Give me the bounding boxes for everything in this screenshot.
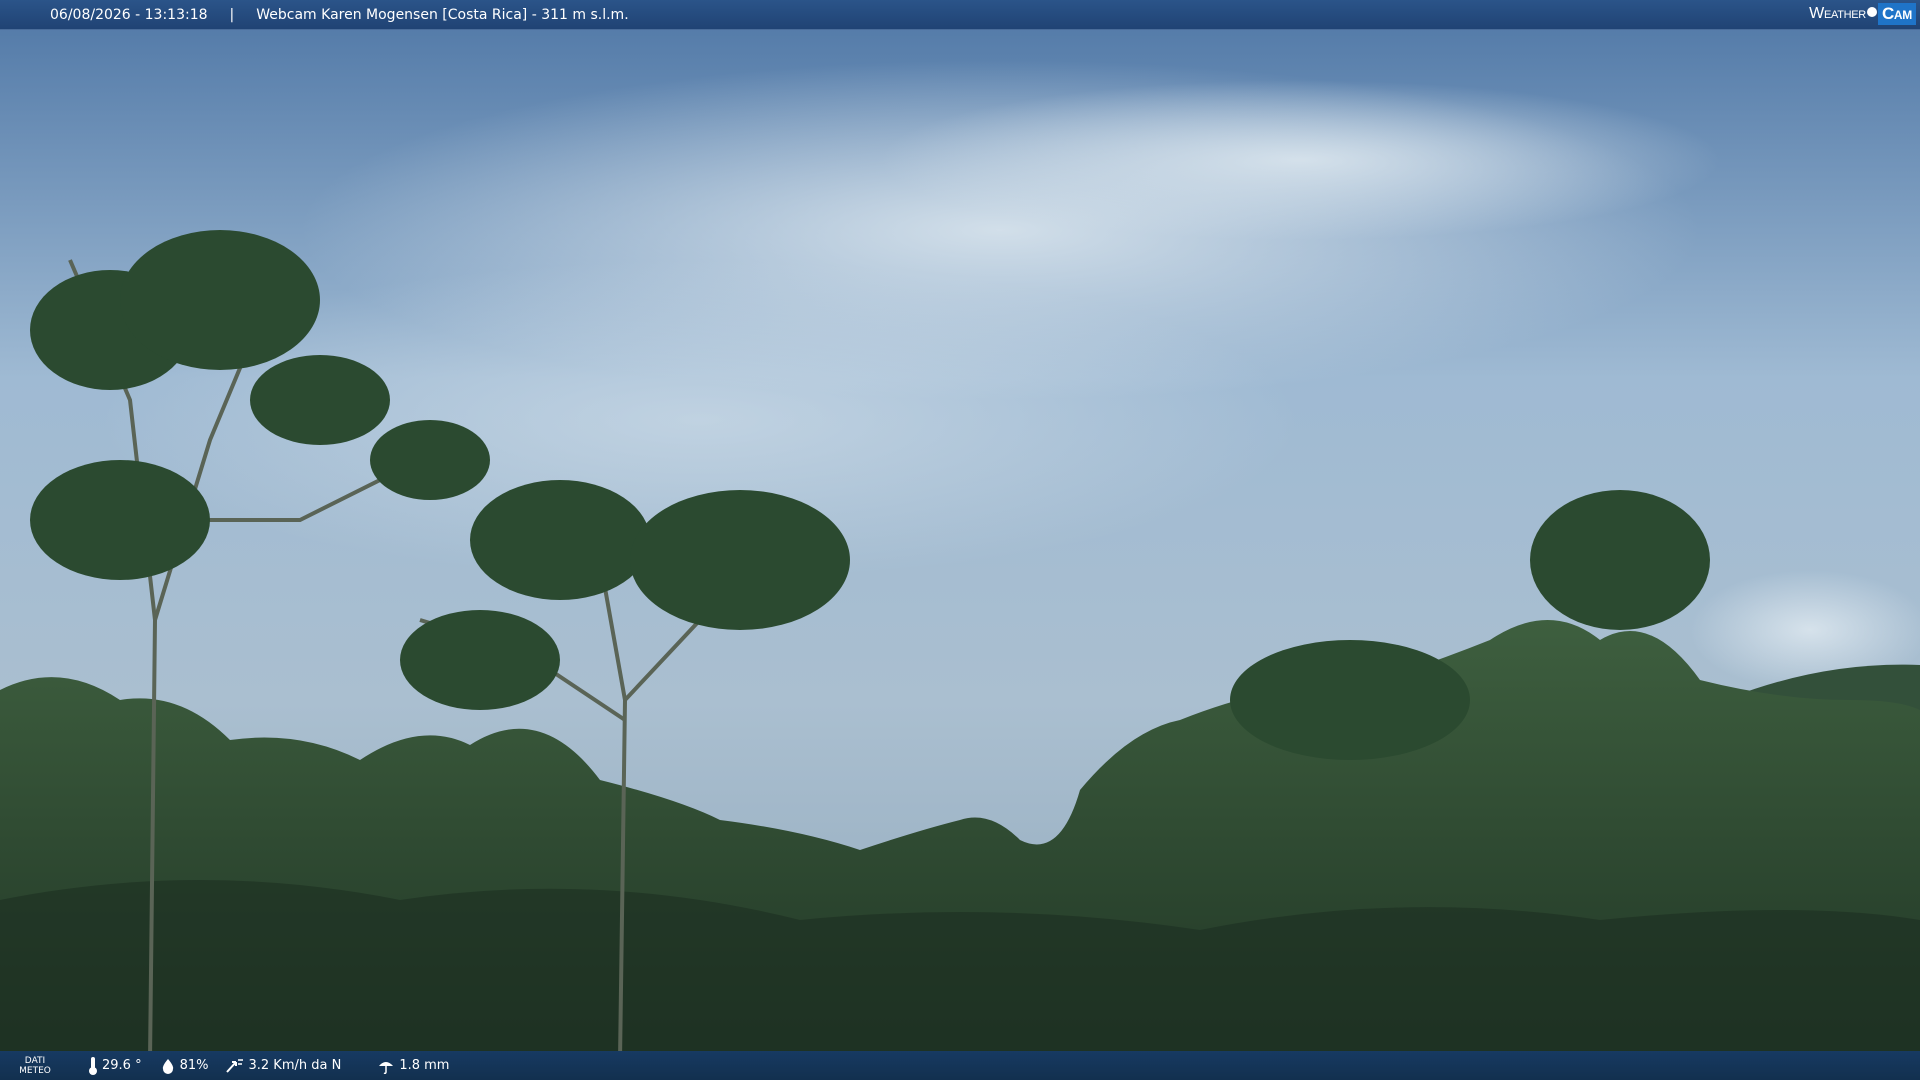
weathercam-logo[interactable]: Weather Cam — [1809, 2, 1916, 26]
humidity-value: 81% — [179, 1058, 209, 1073]
logo-cam-text: Cam — [1877, 3, 1916, 25]
thermometer-icon — [89, 1056, 97, 1075]
label-line-1: DATI — [24, 1055, 46, 1066]
cloud — [880, 80, 1720, 240]
timestamp: 06/08/2026 - 13:13:18 — [50, 6, 208, 23]
humidity-drop-icon — [162, 1058, 173, 1074]
weather-data-label: DATI METEO — [0, 1056, 70, 1076]
logo-dot-icon — [1866, 7, 1877, 17]
rain-icon — [379, 1061, 394, 1074]
weather-data-bar: DATI METEO 29.6 ° 81% 3.2 Km/h da N 1.8 … — [0, 1051, 1920, 1080]
wind-icon — [226, 1058, 244, 1073]
wind-value: 3.2 Km/h da N — [248, 1058, 342, 1073]
rain-item: 1.8 mm — [377, 1058, 449, 1074]
label-line-2: METEO — [19, 1065, 51, 1076]
rain-value: 1.8 mm — [399, 1058, 450, 1073]
temperature-value: 29.6 ° — [102, 1058, 142, 1073]
webcam-scene — [0, 0, 1920, 1080]
separator: | — [229, 6, 235, 23]
temperature-item: 29.6 ° — [88, 1056, 142, 1075]
wind-item: 3.2 Km/h da N — [226, 1058, 341, 1074]
logo-weather-text: Weather — [1809, 5, 1866, 22]
top-info-bar: 06/08/2026 - 13:13:18 | Webcam Karen Mog… — [0, 0, 1920, 30]
webcam-title: Webcam Karen Mogensen [Costa Rica] - 311… — [256, 6, 629, 23]
humidity-item: 81% — [160, 1058, 209, 1074]
